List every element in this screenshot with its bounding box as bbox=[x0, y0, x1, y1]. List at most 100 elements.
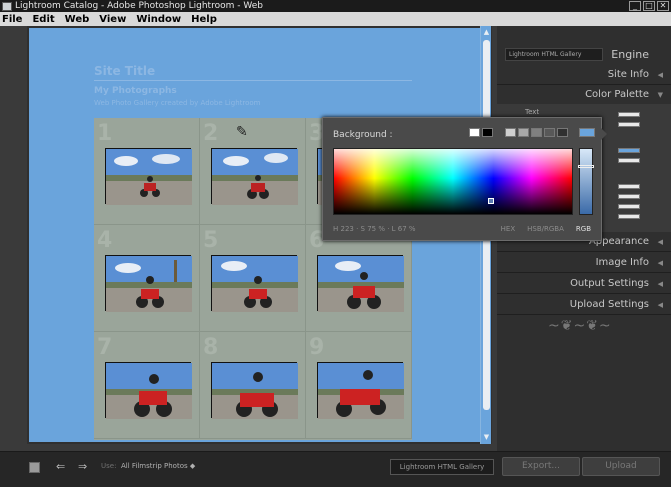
grid-view-icon[interactable] bbox=[29, 462, 40, 473]
color-swatch[interactable] bbox=[618, 184, 640, 189]
color-swatch[interactable] bbox=[618, 122, 640, 127]
color-swatch[interactable] bbox=[618, 148, 640, 153]
menu-file[interactable]: File bbox=[2, 14, 22, 25]
cell-number: 5 bbox=[203, 228, 219, 253]
menu-window[interactable]: Window bbox=[136, 14, 181, 25]
color-marker[interactable] bbox=[488, 198, 494, 204]
thumbnail-image[interactable] bbox=[105, 148, 192, 205]
preset-white-black bbox=[469, 128, 493, 137]
site-title[interactable]: Site Title bbox=[94, 64, 155, 78]
cell-number: 9 bbox=[309, 335, 325, 360]
use-label: Use: bbox=[101, 462, 117, 470]
color-swatch[interactable] bbox=[618, 204, 640, 209]
grid-cell[interactable]: 6 bbox=[306, 225, 412, 332]
grid-cell[interactable]: 2 bbox=[200, 118, 306, 225]
menubar: File Edit Web View Window Help bbox=[0, 12, 671, 26]
menu-web[interactable]: Web bbox=[65, 14, 90, 25]
mode-hsb-rgba[interactable]: HSB/RGBA bbox=[527, 225, 564, 233]
panel-site-info-label: Site Info bbox=[607, 69, 649, 80]
previous-arrow-icon[interactable]: ⇐ bbox=[56, 460, 65, 473]
preset-swatch[interactable] bbox=[531, 128, 542, 137]
color-swatch[interactable] bbox=[618, 214, 640, 219]
mode-hex[interactable]: HEX bbox=[501, 225, 515, 233]
mode-rgb[interactable]: RGB bbox=[576, 225, 591, 233]
grid-cell[interactable]: 8 bbox=[200, 332, 306, 439]
thumbnail-image[interactable] bbox=[211, 148, 298, 205]
app-icon bbox=[2, 1, 12, 11]
maximize-icon[interactable]: □ bbox=[643, 1, 655, 11]
thumbnail-image[interactable] bbox=[105, 255, 192, 312]
lightness-slider[interactable] bbox=[578, 148, 594, 215]
use-select[interactable]: All Filmstrip Photos ◆ bbox=[121, 460, 201, 473]
upload-button[interactable]: Upload bbox=[582, 457, 660, 476]
site-title-underline bbox=[94, 80, 412, 81]
eyedropper-icon: ✎ bbox=[236, 124, 248, 140]
grid-cell[interactable]: 9 bbox=[306, 332, 412, 439]
grid-cell[interactable]: 4 bbox=[94, 225, 200, 332]
collapse-icon: ◀ bbox=[657, 301, 663, 309]
site-subtitle[interactable]: My Photographs bbox=[94, 86, 177, 96]
preset-swatch[interactable] bbox=[469, 128, 480, 137]
panel-site-info[interactable]: Site Info ◀ bbox=[497, 65, 671, 85]
grid-cell[interactable]: 1 bbox=[94, 118, 200, 225]
color-swatch[interactable] bbox=[618, 112, 640, 117]
engine-section[interactable]: Lightroom HTML Gallery Engine bbox=[497, 45, 671, 65]
thumbnail-image[interactable] bbox=[317, 255, 404, 312]
preset-swatch[interactable] bbox=[518, 128, 529, 137]
preset-swatch[interactable] bbox=[505, 128, 516, 137]
panel-upload-settings-label: Upload Settings bbox=[569, 299, 649, 310]
thumbnail-image[interactable] bbox=[317, 362, 404, 419]
thumbnail-image[interactable] bbox=[211, 255, 298, 312]
site-contact[interactable]: Web Photo Gallery created by Adobe Light… bbox=[94, 99, 260, 107]
menu-help[interactable]: Help bbox=[191, 14, 217, 25]
color-swatch[interactable] bbox=[618, 194, 640, 199]
lightness-handle[interactable] bbox=[578, 165, 594, 168]
next-arrow-icon[interactable]: ⇒ bbox=[78, 460, 87, 473]
bottom-toolbar: ⇐ ⇒ Use: All Filmstrip Photos ◆ Lightroo… bbox=[0, 451, 671, 487]
panel-image-info[interactable]: Image Info ◀ bbox=[497, 253, 671, 273]
window-titlebar: Lightroom Catalog - Adobe Photoshop Ligh… bbox=[0, 0, 671, 12]
menu-edit[interactable]: Edit bbox=[32, 14, 54, 25]
color-mode-tabs: HEX HSB/RGBA RGB bbox=[501, 225, 591, 233]
export-button[interactable]: Export... bbox=[502, 457, 580, 476]
expand-icon: ▼ bbox=[657, 91, 663, 99]
preset-swatch[interactable] bbox=[544, 128, 555, 137]
collapse-icon: ◀ bbox=[657, 238, 663, 246]
cell-number: 2 bbox=[203, 121, 219, 146]
panel-output-settings[interactable]: Output Settings ◀ bbox=[497, 274, 671, 294]
collapse-icon: ◀ bbox=[657, 280, 663, 288]
panel-upload-settings[interactable]: Upload Settings ◀ bbox=[497, 295, 671, 315]
grid-cell[interactable]: 5 bbox=[200, 225, 306, 332]
cell-number: 8 bbox=[203, 335, 219, 360]
scroll-down-icon[interactable]: ▼ bbox=[482, 433, 491, 442]
thumbnail-image[interactable] bbox=[211, 362, 298, 419]
cell-number: 4 bbox=[97, 228, 113, 253]
collapse-icon: ◀ bbox=[657, 71, 663, 79]
panel-color-palette-label: Color Palette bbox=[585, 89, 649, 100]
current-color-swatch bbox=[579, 128, 595, 137]
preset-swatch[interactable] bbox=[557, 128, 568, 137]
minimize-icon[interactable]: _ bbox=[629, 1, 641, 11]
current-color bbox=[579, 128, 595, 137]
thumbnail-image[interactable] bbox=[105, 362, 192, 419]
color-swatch[interactable] bbox=[618, 158, 640, 163]
scroll-up-icon[interactable]: ▲ bbox=[482, 28, 491, 37]
panel-image-info-label: Image Info bbox=[595, 257, 649, 268]
preset-swatch[interactable] bbox=[482, 128, 493, 137]
popup-pointer bbox=[601, 128, 607, 140]
menu-view[interactable]: View bbox=[99, 14, 126, 25]
color-text-label: Text bbox=[525, 108, 540, 116]
engine-select[interactable]: Lightroom HTML Gallery bbox=[505, 48, 603, 61]
preset-grays bbox=[505, 128, 568, 137]
window-title: Lightroom Catalog - Adobe Photoshop Ligh… bbox=[15, 1, 263, 11]
panel-end-ornament-icon: ~❦~❦~ bbox=[548, 318, 612, 334]
use-select-value: All Filmstrip Photos bbox=[121, 462, 188, 470]
cell-number: 7 bbox=[97, 335, 113, 360]
panel-color-palette[interactable]: Color Palette ▼ bbox=[497, 85, 671, 105]
color-picker-label: Background : bbox=[333, 130, 393, 140]
engine-label: Engine bbox=[611, 48, 649, 61]
grid-cell[interactable]: 7 bbox=[94, 332, 200, 439]
close-icon[interactable]: ✕ bbox=[657, 1, 669, 11]
color-spectrum[interactable] bbox=[333, 148, 573, 215]
collapse-icon: ◀ bbox=[657, 259, 663, 267]
